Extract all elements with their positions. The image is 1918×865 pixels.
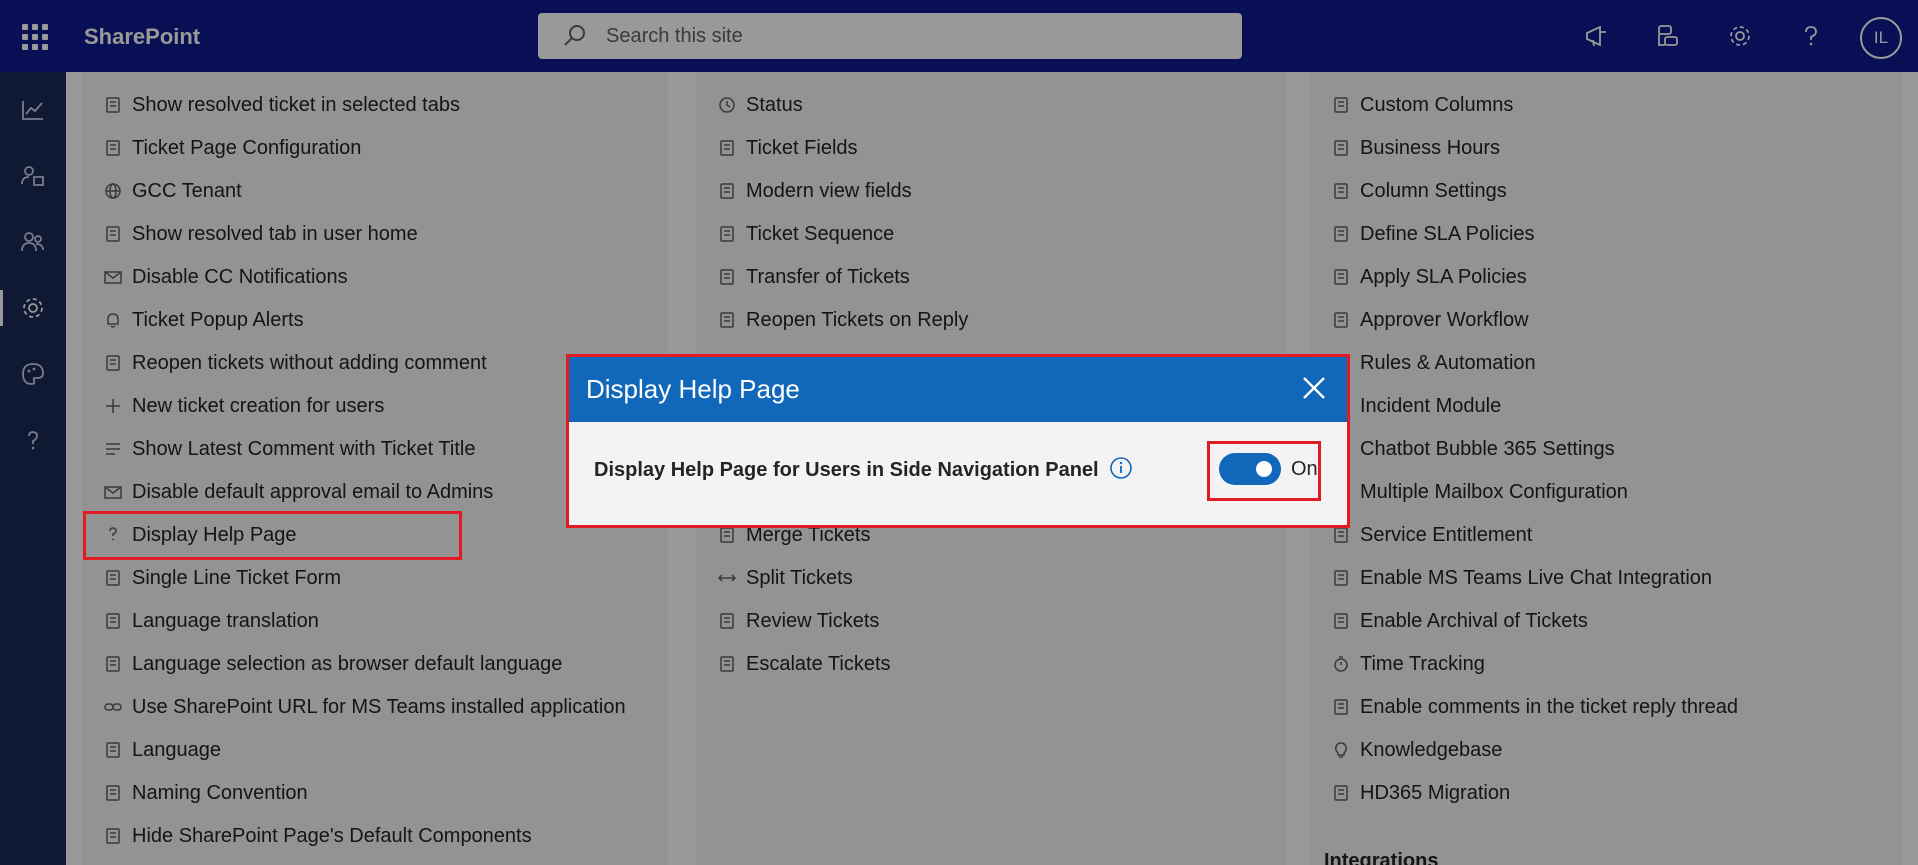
toggle-knob xyxy=(1256,461,1272,477)
highlight-display-help-page-item xyxy=(83,511,462,560)
help-page-toggle[interactable] xyxy=(1219,453,1281,485)
dialog-header: Display Help Page xyxy=(569,357,1347,422)
info-icon[interactable] xyxy=(1109,456,1135,482)
close-icon[interactable] xyxy=(1299,373,1329,403)
setting-label: Display Help Page for Users in Side Navi… xyxy=(594,459,1099,481)
display-help-page-dialog: Display Help Page Display Help Page for … xyxy=(566,354,1350,528)
dialog-body: Display Help Page for Users in Side Navi… xyxy=(569,422,1347,525)
toggle-state-label: On xyxy=(1291,458,1318,480)
dialog-title: Display Help Page xyxy=(586,374,800,404)
